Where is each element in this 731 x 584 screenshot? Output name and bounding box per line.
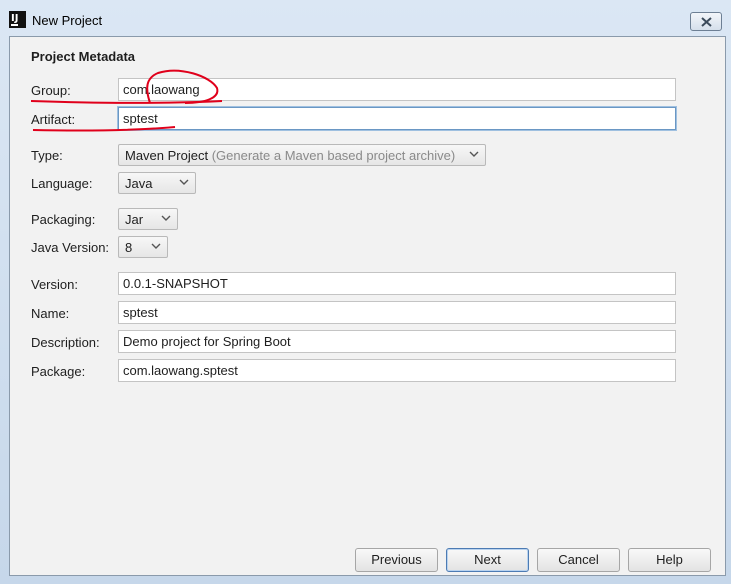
description-label: Description: <box>31 335 100 350</box>
title-bar: IJ New Project <box>0 0 731 36</box>
packaging-select[interactable]: Jar <box>118 208 178 230</box>
language-select[interactable]: Java <box>118 172 196 194</box>
artifact-label: Artifact: <box>31 112 76 127</box>
packaging-label: Packaging: <box>31 212 96 227</box>
description-field[interactable]: Demo project for Spring Boot <box>118 330 676 353</box>
chevron-down-icon <box>161 215 171 221</box>
previous-button[interactable]: Previous <box>355 548 438 572</box>
close-button[interactable] <box>690 12 722 31</box>
close-icon <box>701 17 712 27</box>
language-select-value: Java <box>125 176 153 191</box>
next-button[interactable]: Next <box>446 548 529 572</box>
chevron-down-icon <box>151 243 161 249</box>
app-icon-text: IJ <box>11 13 19 24</box>
type-select-value: Maven Project <box>125 148 209 163</box>
intellij-app-icon: IJ <box>9 11 26 28</box>
version-field[interactable]: 0.0.1-SNAPSHOT <box>118 272 676 295</box>
group-label: Group: <box>31 83 71 98</box>
java-version-label: Java Version: <box>31 240 110 255</box>
package-field[interactable]: com.laowang.sptest <box>118 359 676 382</box>
language-label: Language: <box>31 176 93 191</box>
help-button[interactable]: Help <box>628 548 711 572</box>
java-version-select-value: 8 <box>125 240 133 255</box>
new-project-dialog: IJ New Project Project Metadata Group: c… <box>0 0 731 584</box>
cancel-button[interactable]: Cancel <box>537 548 620 572</box>
chevron-down-icon <box>469 151 479 157</box>
type-label: Type: <box>31 148 63 163</box>
window-title: New Project <box>32 13 103 28</box>
type-select[interactable]: Maven Project (Generate a Maven based pr… <box>118 144 486 166</box>
package-label: Package: <box>31 364 86 379</box>
java-version-select[interactable]: 8 <box>118 236 168 258</box>
chevron-down-icon <box>179 179 189 185</box>
name-field[interactable]: sptest <box>118 301 676 324</box>
name-label: Name: <box>31 306 70 321</box>
version-label: Version: <box>31 277 78 292</box>
packaging-select-value: Jar <box>125 212 144 227</box>
artifact-field[interactable]: sptest <box>118 107 676 130</box>
section-title: Project Metadata <box>31 49 136 64</box>
group-field[interactable]: com.laowang <box>118 78 676 101</box>
type-select-hint: (Generate a Maven based project archive) <box>211 148 456 163</box>
